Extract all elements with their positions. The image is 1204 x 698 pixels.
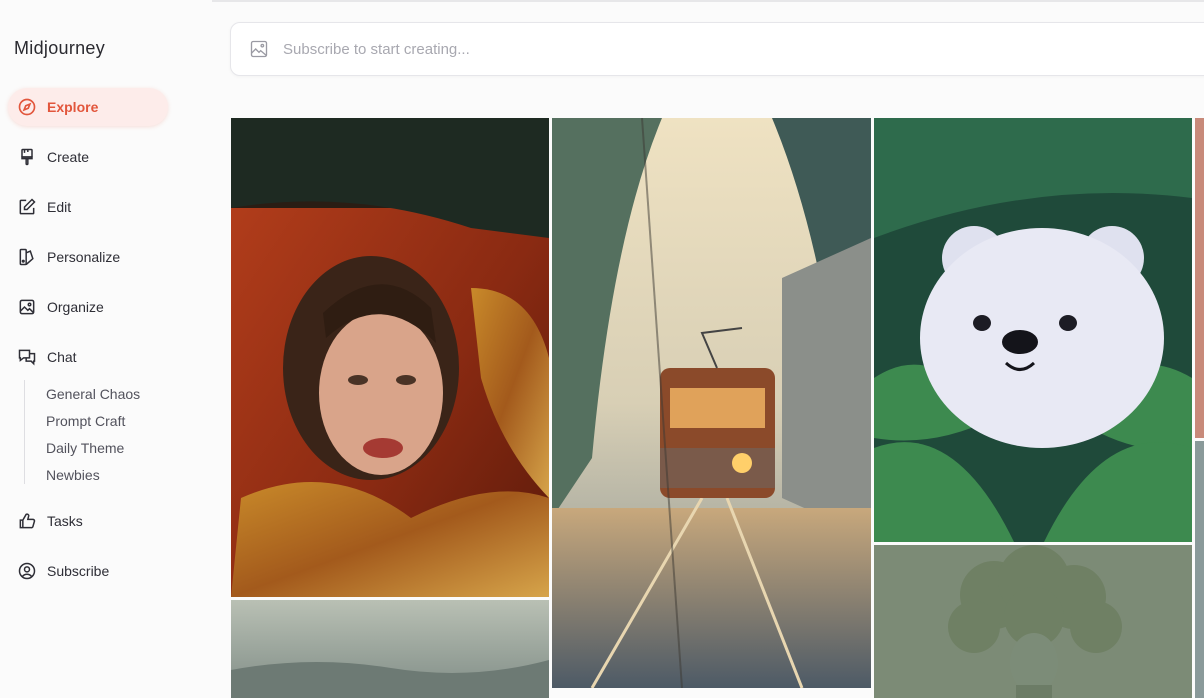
chat-room-general-chaos[interactable]: General Chaos: [46, 386, 140, 402]
chat-room-daily-theme[interactable]: Daily Theme: [46, 440, 124, 456]
broccoli-statue-artwork: [874, 545, 1192, 698]
nav-label-edit: Edit: [47, 199, 72, 215]
nav-chat[interactable]: Chat: [8, 338, 168, 376]
palette-icon: [19, 248, 34, 266]
nav-label-tasks: Tasks: [47, 513, 83, 529]
nav-organize[interactable]: Organize: [8, 288, 168, 326]
nav-label-subscribe: Subscribe: [47, 563, 110, 579]
gallery-image-white-bear[interactable]: [874, 118, 1192, 542]
user-circle-icon: [18, 562, 36, 580]
nav-edit[interactable]: Edit: [8, 188, 168, 226]
tram-street-artwork: [552, 118, 871, 688]
compass-icon: [18, 98, 36, 116]
white-bear-artwork: [874, 118, 1192, 542]
gallery-image-tram-street[interactable]: [552, 118, 871, 688]
nav-label-chat: Chat: [47, 349, 77, 365]
nav-label-explore: Explore: [47, 99, 99, 115]
nav-tasks[interactable]: Tasks: [8, 502, 168, 540]
chat-room-prompt-craft[interactable]: Prompt Craft: [46, 413, 125, 429]
chat-room-newbies[interactable]: Newbies: [46, 467, 100, 483]
gallery-image-partial-right-bottom[interactable]: [1195, 441, 1204, 698]
prompt-input[interactable]: [283, 40, 1083, 58]
chat-rooms-rail: [24, 380, 25, 484]
chat-bubbles-icon: [18, 349, 36, 366]
hazy-landscape-artwork: [231, 600, 549, 698]
paintbrush-icon: [21, 148, 33, 166]
nav-label-organize: Organize: [47, 299, 104, 315]
gallery-image-woman-portrait[interactable]: [231, 118, 549, 597]
pencil-square-icon: [19, 198, 36, 215]
nav-create[interactable]: Create: [8, 138, 168, 176]
gallery-image-hazy-landscape[interactable]: [231, 600, 549, 698]
nav-explore[interactable]: Explore: [8, 88, 168, 126]
app-logo-text[interactable]: Midjourney: [14, 38, 105, 59]
sidebar: Midjourney Explore Create Edit Personali…: [0, 0, 212, 698]
woman-portrait-artwork: [231, 118, 549, 597]
nav-label-create: Create: [47, 149, 90, 165]
gallery-image-broccoli-statue[interactable]: [874, 545, 1192, 698]
gallery-image-partial-right-top[interactable]: [1195, 118, 1204, 438]
image-icon[interactable]: [249, 39, 269, 59]
nav-subscribe[interactable]: Subscribe: [8, 552, 168, 590]
nav-personalize[interactable]: Personalize: [8, 238, 168, 276]
thumbs-up-icon: [19, 513, 36, 529]
prompt-bar[interactable]: [230, 22, 1204, 76]
image-icon: [19, 299, 35, 315]
nav-label-personalize: Personalize: [47, 249, 121, 265]
